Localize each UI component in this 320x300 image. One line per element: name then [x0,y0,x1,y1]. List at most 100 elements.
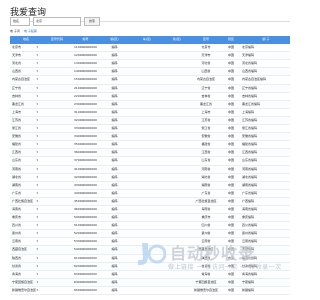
table-cell [40,174,72,181]
table-row[interactable]: 黑龙江省▾ 2300000000000000 编码 黑龙江省 中国 黑龙江省编码 [10,100,290,109]
table-cell: 编码 [111,166,118,171]
expand-caret-icon[interactable]: ▾ [36,198,38,205]
table-cell: 内蒙古自治区 [196,77,215,82]
table-cell: 福建省 ▾ [12,141,38,148]
table-row[interactable]: 湖南省▾ 4300000000000000 编码 湖南省 中国 湖南省编码 [10,181,290,190]
search-type-select[interactable]: 姓名 [10,17,30,26]
column-header[interactable]: 区号代码 [40,36,72,44]
table-cell [162,279,190,286]
column-header[interactable]: 编号 [72,36,97,44]
table-row[interactable]: 湖北省▾ 4200000000000000 编码 湖北省 中国 湖北省编码 [10,174,290,182]
table-cell: 中国 [227,77,234,82]
table-row[interactable]: 重庆市▾ 5000000000000000 编码 重庆市 中国 重庆编码 [10,214,290,223]
expand-caret-icon[interactable]: ▾ [36,85,38,92]
table-row[interactable]: 内蒙古自治区▾ 1500000000000000 编码 内蒙古自治区 中国 内蒙古自治区编… [10,76,290,85]
column-header[interactable]: 区号 [190,36,220,44]
table-row[interactable]: 山东省▾ 3700000000000000 编码 山东省 中国 山东省编码 [10,157,290,166]
table-row[interactable]: 北京市▾ 1100000000000000 编码 北京市 中国 北京编码 [10,44,290,53]
expand-caret-icon[interactable]: ▾ [36,174,38,181]
table-cell: 山东省 ▾ [12,157,38,164]
expand-caret-icon[interactable]: ▾ [36,141,38,148]
table-cell [162,85,190,92]
table-cell: 中国 [227,190,234,195]
table-cell [40,125,72,132]
expand-caret-icon[interactable]: ▾ [36,133,38,140]
expand-caret-icon[interactable]: ▾ [36,44,38,51]
search-input[interactable]: 北京 [33,17,81,26]
table-row[interactable]: 海南省▾ 4600000000000000 编码 海南省 中国 海南省编码 [10,206,290,215]
subline-link[interactable]: 电 子股票 [24,29,37,33]
table-cell [162,287,190,294]
table-row[interactable]: 河南省▾ 4100000000000000 编码 河南省 中国 河南省编码 [10,165,290,174]
search-button[interactable]: 搜索 [84,17,100,26]
table-cell [130,182,162,189]
table-row[interactable]: 安徽省▾ 3400000000000000 编码 安徽省 中国 安徽省编码 [10,133,290,142]
expand-caret-icon[interactable]: ▾ [36,149,38,156]
table-cell [40,214,72,221]
table-row[interactable]: 辽宁省▾ 2100000000000000 编码 辽宁省 中国 辽宁省编码 [10,84,290,93]
expand-caret-icon[interactable]: ▾ [36,230,38,237]
table-row[interactable]: 河北省▾ 1300000000000000 编码 河北省 中国 河北省编码 [10,60,290,69]
table-row[interactable]: 广东省▾ 4400000000000000 编码 广东省 中国 广东省编码 [10,190,290,198]
expand-caret-icon[interactable]: ▾ [36,182,38,189]
table-row[interactable]: 宁夏回族自治区▾ 6400000000000000 编码 宁夏回族自治区 中国 宁夏编码 [10,278,290,287]
table-row[interactable]: 四川省▾ 5100000000000000 编码 四川省 中国 四川省编码 [10,222,290,231]
table-cell: 新疆维吾尔自治区 [193,287,218,292]
column-header[interactable]: 编(区) [97,36,130,44]
column-header[interactable]: 执(区) [162,36,190,44]
table-cell: 4100000000000000 [74,166,97,171]
expand-caret-icon[interactable]: ▾ [36,206,38,213]
table-cell: 编码 [111,53,118,58]
table-cell: 河南省 ▾ [12,166,38,173]
expand-caret-icon[interactable]: ▾ [36,279,38,286]
table-header: 地名 区号代码 编号 编(区) 车(区) 执(区) 区号 别区邮 子 [10,36,290,45]
expand-caret-icon[interactable]: ▾ [36,125,38,132]
expand-caret-icon[interactable]: ▾ [36,287,38,294]
table-cell: 3300000000000000 [74,126,97,131]
expand-caret-icon[interactable]: ▾ [36,214,38,221]
column-header[interactable]: 邮 子 [240,36,290,44]
table-row[interactable]: 江西省▾ 3600000000000000 编码 江西省 中国 江西省编码 [10,149,290,158]
table-row[interactable]: 福建省▾ 3500000000000000 编码 福建省 中国 福建省编码 [10,141,290,150]
table-cell: 安徽省编码 [242,134,258,139]
table-cell [162,149,190,156]
table-cell: 福建省编码 [242,142,258,147]
table-cell: 编码 [111,69,118,74]
table-cell: 上海编码 [242,109,255,114]
table-cell [130,198,162,205]
table-cell: 中国 [227,117,234,122]
expand-caret-icon[interactable]: ▾ [36,263,38,270]
table-cell: 吉林省 [201,93,211,98]
expand-caret-icon[interactable]: ▾ [36,255,38,262]
table-row[interactable]: 江苏省▾ 3200000000000000 编码 江苏省 中国 江苏省编码 [10,116,290,126]
column-header[interactable]: 车(区) [130,36,162,44]
expand-caret-icon[interactable]: ▾ [36,60,38,67]
table-row[interactable]: 天津市▾ 1200000000000000 编码 天津市 中国 天津编码 [10,52,290,61]
table-cell [130,85,162,92]
expand-caret-icon[interactable]: ▾ [36,93,38,100]
column-header[interactable]: 地名 [10,36,40,44]
table-row[interactable]: 山西省▾ 1400000000000000 编码 山西省 中国 山西省编码 [10,68,290,77]
expand-caret-icon[interactable]: ▾ [36,117,38,124]
table-row[interactable]: 上海市▾ 3100000000000000 编码 上海市 中国 上海编码 [10,109,290,117]
expand-caret-icon[interactable]: ▾ [36,222,38,229]
table-cell: 贵州省 [201,231,211,236]
table-cell [162,52,190,59]
expand-caret-icon[interactable]: ▾ [36,68,38,75]
expand-caret-icon[interactable]: ▾ [36,166,38,173]
expand-caret-icon[interactable]: ▾ [36,246,38,253]
expand-caret-icon[interactable]: ▾ [36,101,38,108]
expand-caret-icon[interactable]: ▾ [36,157,38,164]
expand-caret-icon[interactable]: ▾ [36,76,38,83]
table-row[interactable]: 吉林省▾ 2200000000000000 编码 吉林省 中国 吉林省编码 [10,93,290,101]
table-row[interactable]: 新疆维吾尔自治区▾ 6500000000000000 编码 新疆维吾尔自治区 中国 新疆编… [10,287,290,295]
column-header[interactable]: 别区 [220,36,240,44]
table-cell: 安徽省 ▾ [12,133,38,140]
expand-caret-icon[interactable]: ▾ [36,109,38,116]
expand-caret-icon[interactable]: ▾ [36,190,38,197]
expand-caret-icon[interactable]: ▾ [36,238,38,245]
table-row[interactable]: 广西壮族自治区▾ 4500000000000000 编码 广西壮族自治区 中国 广西编码 [10,197,290,206]
expand-caret-icon[interactable]: ▾ [36,271,38,278]
table-row[interactable]: 浙江省▾ 3300000000000000 编码 浙江省 中国 浙江省编码 [10,125,290,134]
expand-caret-icon[interactable]: ▾ [36,52,38,59]
